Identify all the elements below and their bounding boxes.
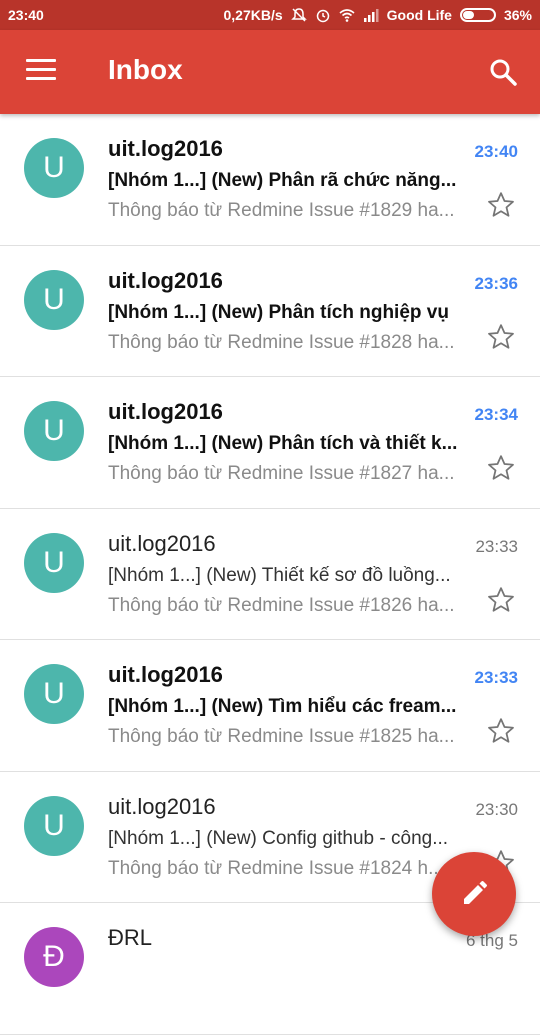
battery-level	[462, 11, 474, 19]
email-time: 23:33	[474, 668, 518, 687]
battery-percent: 36%	[503, 7, 532, 23]
search-icon[interactable]	[487, 56, 519, 88]
avatar-letter: U	[43, 677, 65, 710]
email-snippet: Thông báo từ Redmine Issue #1827 ha...	[108, 463, 455, 484]
email-sender: ĐRL	[108, 925, 153, 950]
email-sender: uit.log2016	[108, 793, 216, 819]
battery-icon	[459, 8, 496, 22]
avatar: U	[24, 138, 84, 198]
signal-icon	[363, 9, 379, 22]
avatar: U	[24, 795, 84, 856]
email-row[interactable]: Uuit.log2016 23:40 [Nhóm 1...] (New) Phân …	[0, 114, 540, 246]
alarm-icon	[316, 9, 329, 23]
page-title: Inbox	[108, 54, 183, 85]
star-icon[interactable]	[486, 322, 516, 352]
email-time: 23:34	[474, 405, 518, 424]
compose-button[interactable]	[432, 852, 516, 936]
email-subject: [Nhóm 1...] (New) Tìm hiểu các fream...	[108, 696, 457, 717]
avatar-letter: U	[43, 808, 65, 842]
email-time: 23:33	[475, 536, 518, 556]
wifi-icon	[339, 9, 355, 22]
email-snippet: Thông báo từ Redmine Issue #1828 ha...	[108, 331, 455, 353]
email-time: 23:40	[474, 142, 518, 161]
app-bar: Inbox	[0, 30, 540, 114]
menu-icon-line	[26, 59, 56, 62]
avatar: U	[24, 269, 84, 330]
email-row[interactable]: Uuit.log2016 23:36 [Nhóm 1...] (New) Phân …	[0, 246, 540, 377]
email-snippet: Thông báo từ Redmine Issue #1829 ha...	[108, 200, 455, 221]
email-subject: [Nhóm 1...] (New) Phân tích nghiệp vụ	[108, 301, 449, 323]
pencil-icon	[464, 881, 487, 904]
status-bar: 23:40 0,27KB/s Good Life 36%	[0, 0, 540, 30]
email-row[interactable]: Uuit.log2016 23:33 [Nhóm 1...] (New) Tìm h…	[0, 640, 540, 772]
email-snippet: Thông báo từ Redmine Issue #1824 h...	[108, 857, 444, 879]
email-time: 23:30	[475, 799, 518, 819]
star-icon[interactable]	[486, 190, 516, 220]
email-sender: uit.log2016	[108, 136, 223, 161]
status-time: 23:40	[8, 7, 44, 23]
email-row[interactable]: Uuit.log2016 23:33 [Nhóm 1...] (New) Thiết…	[0, 509, 540, 640]
email-subject: [Nhóm 1...] (New) Config github - công..…	[108, 827, 449, 849]
email-sender: uit.log2016	[108, 399, 223, 424]
carrier-name: Good Life	[386, 7, 452, 23]
menu-icon-line	[26, 68, 56, 71]
avatar: Đ	[24, 927, 84, 987]
network-speed: 0,27KB/s	[223, 7, 283, 23]
email-sender: uit.log2016	[108, 662, 223, 687]
email-snippet: Thông báo từ Redmine Issue #1825 ha...	[108, 726, 455, 747]
avatar-letter: U	[43, 151, 65, 184]
star-icon[interactable]	[486, 585, 516, 615]
avatar: U	[24, 664, 84, 724]
email-subject: [Nhóm 1...] (New) Phân tích và thiết k..…	[108, 433, 458, 454]
avatar-letter: U	[43, 545, 65, 579]
email-sender: uit.log2016	[108, 530, 216, 556]
star-icon[interactable]	[486, 453, 516, 483]
avatar-letter: U	[43, 282, 65, 316]
avatar-letter: Đ	[43, 940, 65, 973]
star-icon[interactable]	[486, 716, 516, 746]
menu-icon-line	[26, 77, 56, 80]
email-sender: uit.log2016	[108, 267, 223, 293]
menu-button[interactable]	[26, 59, 58, 83]
status-icons: 0,27KB/s Good Life 36%	[223, 7, 532, 23]
email-subject: [Nhóm 1...] (New) Thiết kế sơ đồ luồng..…	[108, 564, 451, 586]
avatar: U	[24, 532, 84, 593]
email-time: 23:36	[474, 273, 518, 293]
email-snippet: Thông báo từ Redmine Issue #1826 ha...	[108, 594, 455, 616]
avatar-letter: U	[43, 414, 65, 447]
avatar: U	[24, 401, 84, 461]
email-subject: [Nhóm 1...] (New) Phân rã chức năng...	[108, 170, 457, 191]
email-row[interactable]: Uuit.log2016 23:34 [Nhóm 1...] (New) Phân …	[0, 377, 540, 509]
silent-icon	[290, 8, 307, 22]
